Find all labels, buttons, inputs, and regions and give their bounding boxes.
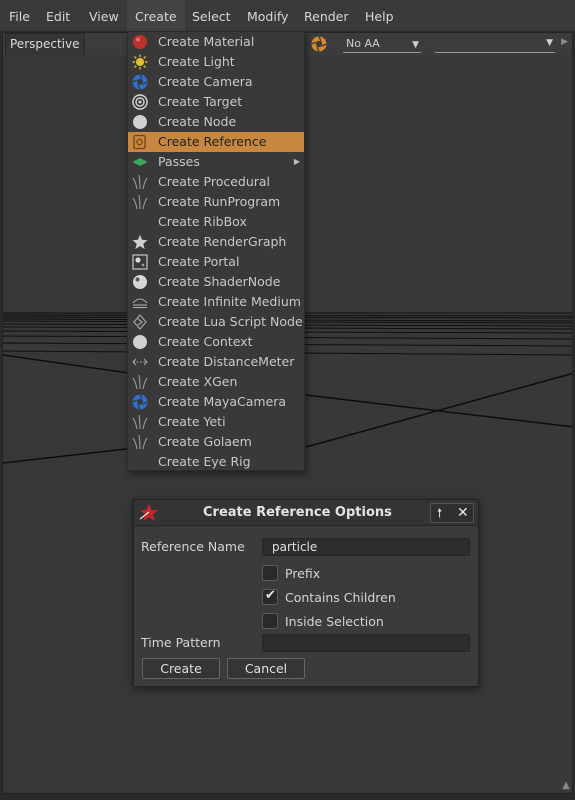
menu-file[interactable]: File [1,0,38,32]
time-pattern-field[interactable] [262,634,470,652]
contains-children-checkbox[interactable]: ✔ [262,588,278,605]
menu-item-create-procedural[interactable]: Create Procedural [128,172,304,192]
menu-item-create-rendergraph[interactable]: Create RenderGraph [128,232,304,252]
menu-render[interactable]: Render [296,0,357,32]
node-circle-icon [133,115,147,129]
maya-camera-icon [132,394,148,410]
golaem-grass-icon [132,434,148,450]
prefix-checkbox[interactable] [262,565,278,581]
contains-children-label: Contains Children [285,590,396,605]
cancel-button[interactable]: Cancel [227,658,305,679]
menu-item-passes[interactable]: Passes ▶ [128,152,304,172]
menu-view[interactable]: View [81,0,127,32]
menu-edit[interactable]: Edit [38,0,78,32]
menu-item-create-material[interactable]: Create Material [128,32,304,52]
menu-item-create-reference[interactable]: Create Reference [128,132,304,152]
material-sphere-icon [133,35,147,49]
menu-item-create-node[interactable]: Create Node [128,112,304,132]
menu-item-create-infinite-medium[interactable]: Create Infinite Medium [128,292,304,312]
menu-item-create-yeti[interactable]: Create Yeti [128,412,304,432]
inside-selection-label: Inside Selection [285,614,384,629]
reference-icon [133,134,146,150]
passes-diamond-icon [132,158,148,166]
context-circle-icon [133,335,147,349]
app-logo-star-icon [139,504,158,521]
menu-item-create-context[interactable]: Create Context [128,332,304,352]
antialias-select-value: No AA [346,37,380,50]
xgen-grass-icon [132,374,148,390]
menu-item-create-runprogram[interactable]: Create RunProgram [128,192,304,212]
menu-item-create-golaem[interactable]: Create Golaem [128,432,304,452]
menu-item-create-eye-rig[interactable]: Create Eye Rig [128,452,304,472]
arrow-up-icon[interactable]: 🠕 [437,504,442,522]
antialias-select[interactable]: No AA ▼ [343,37,421,53]
submenu-arrow-icon: ▶ [293,157,300,166]
light-bulb-icon [132,54,148,70]
chevron-down-icon: ▼ [412,40,419,50]
inside-selection-checkbox[interactable] [262,613,278,629]
resize-grip-icon[interactable]: ▲ [562,780,570,791]
lua-script-icon [133,314,147,330]
menu-bar: File Edit View Create Select Modify Rend… [0,0,575,32]
camera-aperture-icon [132,74,148,90]
yeti-grass-icon [132,414,148,430]
menu-select[interactable]: Select [184,0,239,32]
create-menu: Create Material Create Light Create Came… [127,31,305,471]
portal-icon [132,254,148,270]
shadernode-sphere-icon [133,275,147,289]
tab-perspective[interactable]: Perspective [5,33,85,55]
menu-item-create-light[interactable]: Create Light [128,52,304,72]
dialog-title-bar[interactable]: Create Reference Options 🠕 ✕ [134,500,478,526]
menu-modify[interactable]: Modify [239,0,296,32]
menu-create[interactable]: Create [127,0,185,32]
prefix-label: Prefix [285,566,321,581]
close-icon[interactable]: ✕ [457,504,469,522]
infinite-medium-icon [132,298,148,309]
menu-item-create-xgen[interactable]: Create XGen [128,372,304,392]
aperture-icon[interactable] [311,36,327,52]
reference-name-label: Reference Name [141,539,245,554]
procedural-grass-icon [132,174,148,190]
viewport-option-select[interactable]: ▼ [435,37,555,53]
menu-item-create-mayacamera[interactable]: Create MayaCamera [128,392,304,412]
menu-item-create-portal[interactable]: Create Portal [128,252,304,272]
triangle-right-icon[interactable]: ▶ [561,37,568,47]
menu-help[interactable]: Help [357,0,402,32]
create-reference-options-dialog: Create Reference Options 🠕 ✕ Reference N… [133,499,479,687]
rendergraph-star-icon [132,234,148,249]
create-button[interactable]: Create [142,658,220,679]
chevron-down-icon: ▼ [546,38,553,48]
reference-name-field[interactable]: particle [262,538,470,556]
menu-item-create-camera[interactable]: Create Camera [128,72,304,92]
menu-item-create-target[interactable]: Create Target [128,92,304,112]
time-pattern-label: Time Pattern [141,635,221,650]
menu-item-create-lua-script-node[interactable]: Create Lua Script Node [128,312,304,332]
runprogram-grass-icon [132,194,148,210]
checkmark-icon: ✔ [265,588,276,603]
menu-item-create-ribbox[interactable]: Create RibBox [128,212,304,232]
dialog-window-buttons: 🠕 ✕ [430,503,474,523]
menu-item-create-shadernode[interactable]: Create ShaderNode [128,272,304,292]
distance-meter-icon [132,358,148,366]
menu-item-create-distancemeter[interactable]: Create DistanceMeter [128,352,304,372]
target-icon [132,94,148,110]
dialog-title: Create Reference Options [203,505,392,520]
